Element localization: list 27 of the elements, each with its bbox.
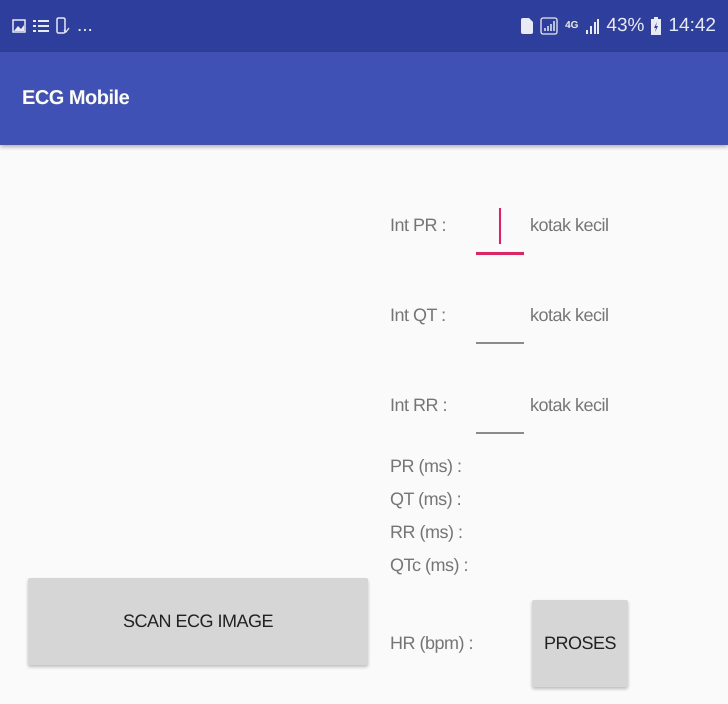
result-label: HR (bpm) : [390,633,474,654]
result-label: QT (ms) : [390,488,462,511]
unit-label: kotak kecil [530,394,609,416]
signal-bars-icon [585,18,600,34]
image-icon [12,19,26,33]
input-field[interactable] [476,208,524,254]
field-label: Int RR : [390,394,448,416]
result-label: PR (ms) : [390,455,462,478]
more-notifications: ... [77,15,93,37]
text-cursor [499,208,501,244]
network-type: 4G [565,21,578,31]
result-label: RR (ms) : [390,521,464,544]
field-label: Int PR : [390,214,448,236]
list-icon [33,18,49,34]
clock-time: 14:42 [668,15,716,37]
app-title: ECG Mobile [22,87,130,110]
process-button[interactable]: PROSES [532,600,628,687]
unit-label: kotak kecil [530,304,609,326]
field-label: Int QT : [390,304,447,326]
scan-button[interactable]: SCAN ECG IMAGE [28,578,368,665]
result-label: QTc (ms) : [390,554,469,577]
unit-label: kotak kecil [530,214,609,236]
battery-charging-icon [651,17,662,35]
signal-icon [540,17,558,35]
sim-card-icon [521,18,534,34]
phone-icon [56,17,70,35]
battery-percent: 43% [606,15,644,37]
